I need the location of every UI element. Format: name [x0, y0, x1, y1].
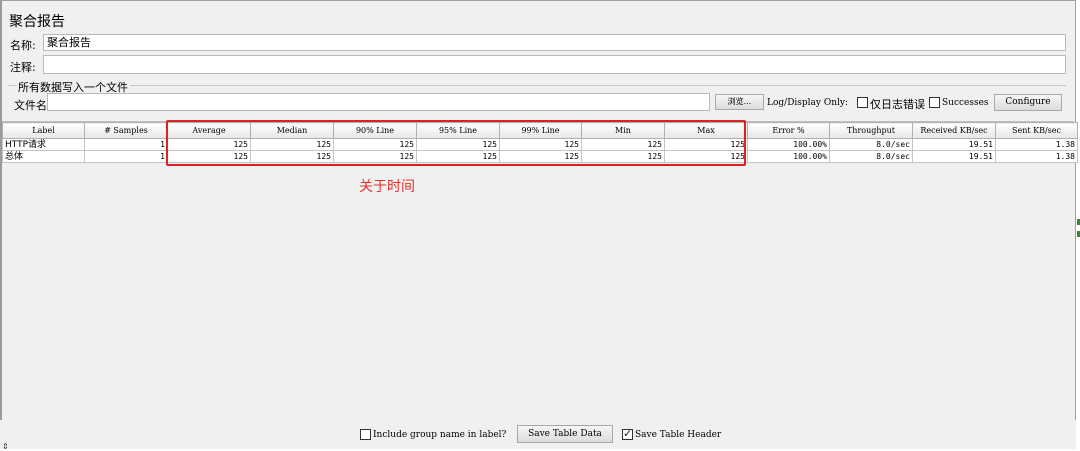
filename-input[interactable] — [47, 93, 710, 111]
filename-label: 文件名 — [14, 99, 47, 112]
cell-received: 19.51 — [912, 150, 996, 163]
column-header-sent[interactable]: Sent KB/sec — [995, 122, 1078, 139]
cell-sent: 1.38 — [995, 150, 1078, 163]
configure-button[interactable]: Configure — [994, 94, 1062, 111]
cell-error: 100.00% — [747, 150, 830, 163]
cell-samples: 1 — [84, 138, 168, 151]
errors-only-label: 仅日志错误 — [870, 98, 925, 111]
name-label: 名称: — [10, 39, 36, 52]
cell-error: 100.00% — [747, 138, 830, 151]
save-table-header-label: Save Table Header — [635, 430, 722, 440]
browse-button[interactable]: 浏览... — [715, 94, 764, 110]
cell-samples: 1 — [84, 150, 168, 163]
save-table-header-checkbox[interactable] — [622, 427, 633, 440]
save-table-data-button[interactable]: Save Table Data — [517, 425, 613, 443]
log-display-label: Log/Display Only: — [767, 98, 849, 108]
cell-label: 总体 — [2, 150, 85, 163]
include-group-checkbox[interactable] — [360, 429, 371, 440]
panel-title: 聚合报告 — [9, 14, 65, 30]
resize-arrows-icon[interactable]: ⇕ — [2, 442, 9, 451]
cell-throughput: 8.0/sec — [829, 138, 913, 151]
include-group-label: Include group name in label? — [373, 430, 507, 440]
errors-only-checkbox[interactable] — [857, 97, 868, 108]
successes-label: Successes — [942, 98, 989, 108]
column-header-label[interactable]: Label — [2, 122, 85, 139]
column-header-received[interactable]: Received KB/sec — [912, 122, 996, 139]
successes-checkbox[interactable] — [929, 97, 940, 108]
results-table-area — [2, 121, 1074, 421]
column-header-samples[interactable]: # Samples — [84, 122, 168, 139]
comment-label: 注释: — [10, 61, 36, 74]
name-input[interactable]: 聚合报告 — [43, 34, 1066, 51]
cell-label: HTTP请求 — [2, 138, 85, 151]
cell-throughput: 8.0/sec — [829, 150, 913, 163]
cell-received: 19.51 — [912, 138, 996, 151]
time-columns-highlight-box — [166, 120, 746, 166]
column-header-error[interactable]: Error % — [747, 122, 830, 139]
time-annotation: 关于时间 — [359, 179, 415, 195]
cell-sent: 1.38 — [995, 138, 1078, 151]
column-header-throughput[interactable]: Throughput — [829, 122, 913, 139]
comment-input[interactable] — [43, 55, 1066, 74]
